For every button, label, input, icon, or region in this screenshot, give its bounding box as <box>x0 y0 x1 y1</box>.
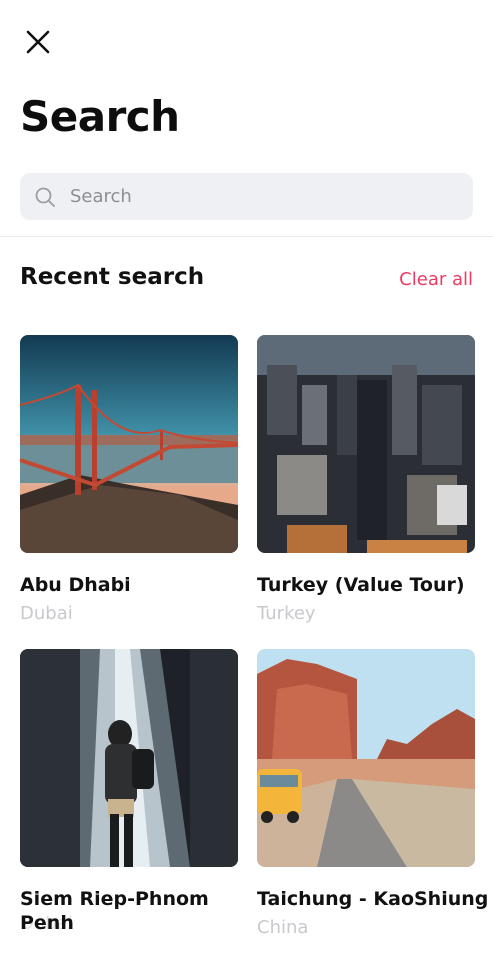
destination-name: Turkey (Value Tour) <box>257 574 465 596</box>
close-button[interactable] <box>18 24 58 60</box>
destination-name: Siem Riep-Phnom Penh <box>20 888 209 934</box>
recent-card-turkey[interactable]: Turkey (Value Tour) Turkey <box>257 335 475 625</box>
recent-card-abu-dhabi[interactable]: Abu Dhabi Dubai <box>20 335 238 625</box>
search-bar[interactable] <box>20 173 473 220</box>
close-icon <box>26 30 50 54</box>
page-title: Search <box>20 92 180 141</box>
clear-all-button[interactable]: Clear all <box>399 269 473 290</box>
destination-name: Abu Dhabi <box>20 574 131 596</box>
search-input[interactable] <box>70 186 450 207</box>
destination-photo[interactable] <box>20 649 238 867</box>
destination-location: Dubai <box>20 603 73 624</box>
destination-location: Turkey <box>257 603 316 624</box>
destination-photo[interactable] <box>257 335 475 553</box>
recent-card-siem-riep[interactable]: Siem Riep-Phnom Penh Dubai <box>20 649 238 935</box>
destination-name: Taichung - KaoShiung <box>257 888 489 910</box>
destination-location: China <box>257 917 309 938</box>
recent-card-taichung[interactable]: Taichung - KaoShiung China <box>257 649 489 939</box>
destination-photo[interactable] <box>20 335 238 553</box>
recent-search-heading: Recent search <box>20 264 205 290</box>
destination-photo[interactable] <box>257 649 475 867</box>
divider <box>0 236 493 237</box>
search-icon <box>34 186 56 208</box>
